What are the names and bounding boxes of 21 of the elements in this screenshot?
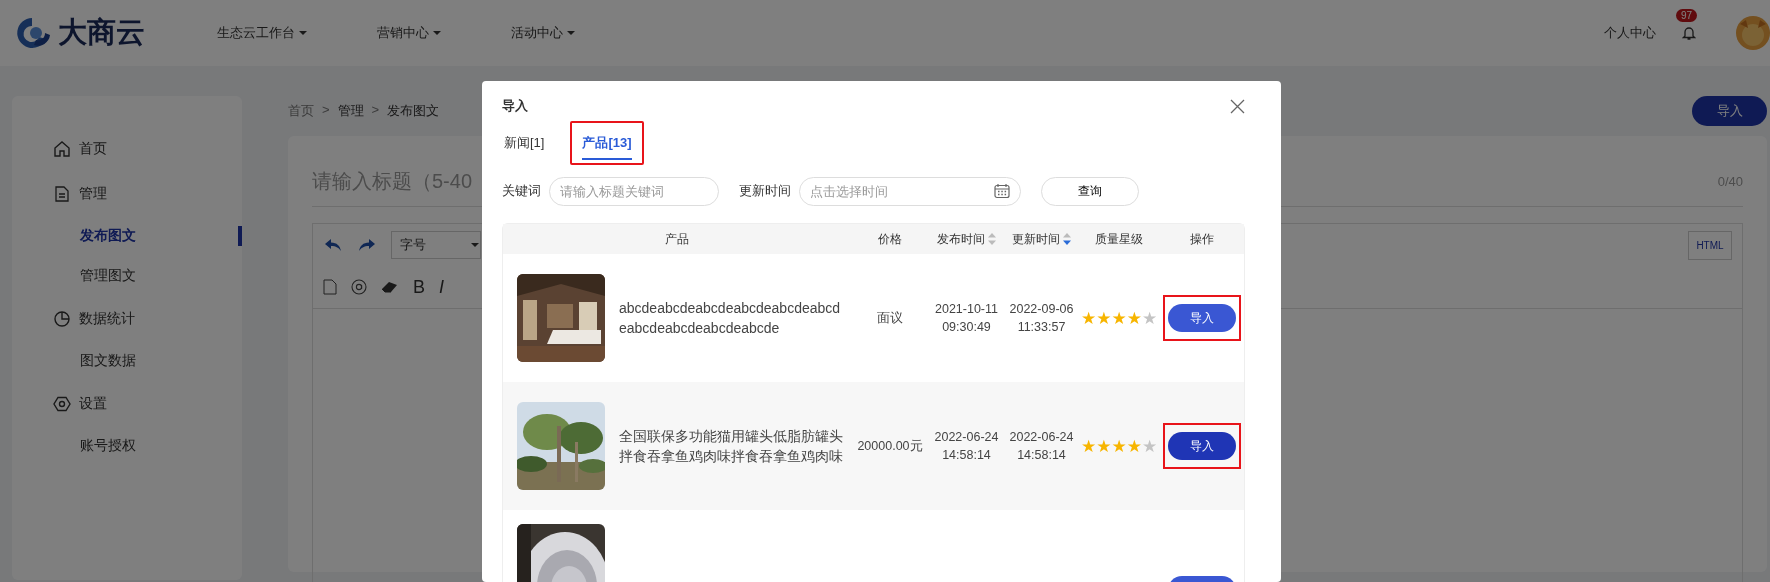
product-name: 全国联保多功能猫用罐头低脂肪罐头拌食吞拿鱼鸡肉味拌食吞拿鱼鸡肉味 <box>619 427 844 466</box>
star-rating: ★★★★★ <box>1079 435 1159 457</box>
field-label: 关键词 <box>502 182 541 200</box>
date-cell-text: 2022-06-24 14:58:14 <box>1008 429 1075 464</box>
logo-text: 大商云 <box>58 15 145 50</box>
column-header: 产品 <box>665 230 689 248</box>
product-name: abcdeabcdeabcdeabcdeabcdeabcdeabcdeabcdeabcdeabcde <box>619 299 842 338</box>
column-header: 质量星级 <box>1095 230 1143 248</box>
column-header: 价格 <box>878 230 902 248</box>
date-cell-text: 2021-10-11 09:30:49 <box>934 301 999 336</box>
price-cell-text: 20000.00元 <box>856 438 924 455</box>
price-cell-text: 面议 <box>876 310 904 327</box>
date-cell-text: 2022-06-24 14:58:14 <box>933 429 1000 464</box>
dialog-title: 导入 <box>502 97 528 115</box>
star-rating: ★★★★★ <box>1079 307 1159 329</box>
notification-badge: 97 <box>1676 9 1698 22</box>
column-header: 操作 <box>1189 230 1214 248</box>
field-label: 更新时间 <box>739 182 791 200</box>
breadcrumb-separator: > <box>371 102 380 119</box>
date-cell-text: 2022-09-06 11:33:57 <box>1008 301 1075 336</box>
breadcrumb-separator: > <box>322 102 330 119</box>
